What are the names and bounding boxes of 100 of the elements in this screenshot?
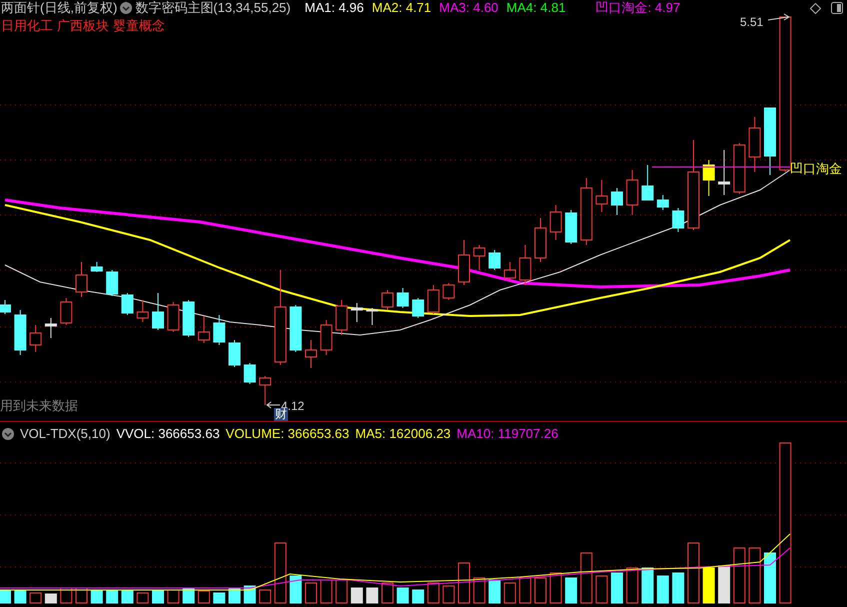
volume-bar xyxy=(366,588,378,604)
volume-bar xyxy=(596,576,608,604)
candlestick xyxy=(458,240,470,286)
volume-bar xyxy=(336,580,348,604)
candlestick xyxy=(534,218,546,262)
candlestick xyxy=(336,300,348,336)
volume-bar xyxy=(320,580,332,604)
volume-bar xyxy=(718,566,730,604)
indicator-name: 数字密码主图(13,34,55,25) xyxy=(135,0,291,18)
chart-title: 两面针(日线,前复权) xyxy=(1,0,118,18)
candlestick xyxy=(198,316,210,344)
candlestick xyxy=(14,310,26,356)
candlestick xyxy=(473,244,486,270)
volume-bar xyxy=(550,572,562,604)
volume-bar xyxy=(274,542,286,604)
volume-bar xyxy=(702,568,715,604)
diamond-icon[interactable] xyxy=(810,2,821,14)
volume-bar xyxy=(656,576,669,604)
volume-bar xyxy=(0,590,11,604)
candlestick xyxy=(672,208,684,232)
volume-bar xyxy=(642,568,654,604)
volume-bar xyxy=(198,590,210,604)
volume-bar xyxy=(442,586,455,604)
volume-bar xyxy=(90,590,103,604)
chevron-down-icon[interactable] xyxy=(120,2,132,14)
candlestick xyxy=(290,304,302,352)
volume-bar xyxy=(30,592,42,604)
volume-bar xyxy=(458,562,470,604)
volume-bar xyxy=(688,542,700,604)
volume-bar xyxy=(534,578,546,604)
volume-bar xyxy=(152,590,164,604)
signal-reading: 凹口淘金: 4.97 xyxy=(596,0,680,18)
volume-bar xyxy=(488,580,501,604)
volume-bar xyxy=(565,578,578,604)
volume-bar xyxy=(136,592,149,604)
volume-bar xyxy=(672,572,684,604)
indicator-name: VOL-TDX(5,10) xyxy=(20,425,110,443)
chevron-down-icon[interactable] xyxy=(2,428,14,440)
candlestick xyxy=(213,314,226,346)
candlestick xyxy=(718,150,730,196)
volume-bar xyxy=(106,590,118,604)
volume-bar xyxy=(14,590,26,604)
candlestick xyxy=(702,160,715,196)
candlestick xyxy=(764,108,776,176)
volume-bar xyxy=(396,588,409,604)
volume-bar xyxy=(519,578,532,604)
candlestick xyxy=(748,116,761,172)
candlestick xyxy=(228,340,240,368)
leader-line xyxy=(266,402,280,408)
candlestick xyxy=(106,270,118,296)
candlestick xyxy=(396,288,409,308)
candlestick xyxy=(167,302,180,332)
indicator-reading: MA10: 119707.26 xyxy=(456,425,558,443)
candlestick xyxy=(611,188,623,216)
price-label: 5.51 xyxy=(740,14,764,31)
sector-tag: 广西板块 xyxy=(57,16,109,36)
indicator-reading: MA4: 4.81 xyxy=(506,0,566,18)
candlestick xyxy=(412,298,424,318)
candlestick xyxy=(44,318,57,338)
volume-bar xyxy=(290,576,302,604)
volume-bar xyxy=(473,578,486,604)
candlestick xyxy=(488,250,501,270)
volume-bar xyxy=(213,592,226,604)
candlestick xyxy=(366,308,378,326)
candlestick xyxy=(656,194,669,210)
candlestick xyxy=(550,204,562,240)
volume-bar xyxy=(259,590,272,604)
candlestick xyxy=(504,262,516,280)
volume-bar xyxy=(611,572,623,604)
signal-label: 凹口淘金 xyxy=(790,160,842,178)
indicator-reading: MA2: 4.71 xyxy=(372,0,432,18)
candlestick xyxy=(152,292,164,330)
candlestick xyxy=(580,178,592,246)
candlestick xyxy=(259,376,272,406)
volume-bar xyxy=(733,548,746,604)
candlestick xyxy=(427,284,440,314)
indicator-reading: MA5: 162006.23 xyxy=(355,425,451,443)
volume-bar xyxy=(305,582,317,604)
candlestick xyxy=(244,362,256,384)
panel-toggle-icon[interactable] xyxy=(831,2,843,14)
candlestick xyxy=(136,300,149,322)
leader-line xyxy=(768,14,790,20)
volume-bar xyxy=(382,582,394,604)
candlestick xyxy=(76,262,88,298)
warning-note: 用到未来数据 xyxy=(0,397,78,415)
volume-bar xyxy=(580,552,592,604)
candlestick xyxy=(626,170,638,216)
candlestick xyxy=(30,324,42,352)
finance-badge: 财 xyxy=(274,408,288,421)
candlestick xyxy=(442,282,455,300)
candlestick xyxy=(565,210,578,244)
candlestick xyxy=(60,298,72,326)
volume-bar xyxy=(350,588,363,604)
volume-bar xyxy=(626,568,638,604)
volume-bar xyxy=(121,590,134,604)
candlestick xyxy=(733,142,746,194)
candlestick xyxy=(0,300,11,314)
indicator-reading: MA3: 4.60 xyxy=(439,0,498,18)
volume-bar xyxy=(748,548,761,604)
sector-tag: 婴童概念 xyxy=(113,16,165,36)
